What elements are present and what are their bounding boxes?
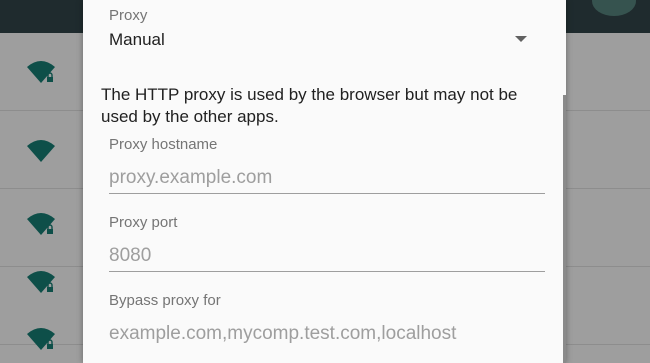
- bypass-proxy-label: Bypass proxy for: [109, 292, 221, 309]
- proxy-port-label: Proxy port: [109, 214, 178, 231]
- bypass-proxy-input[interactable]: [109, 319, 545, 349]
- proxy-info-text: The HTTP proxy is used by the browser bu…: [101, 85, 518, 126]
- proxy-port-input[interactable]: [109, 241, 545, 272]
- wifi-locked-icon: [27, 213, 55, 235]
- proxy-label: Proxy: [109, 7, 148, 24]
- dialog-scrollbar[interactable]: [563, 95, 566, 363]
- wifi-icon: [27, 140, 55, 162]
- proxy-hostname-label: Proxy hostname: [109, 136, 218, 153]
- status-indicator: [592, 0, 636, 16]
- arrow-drop-down-icon: [515, 36, 527, 42]
- proxy-selected-value: Manual: [109, 30, 165, 49]
- wifi-locked-icon: [27, 328, 55, 350]
- proxy-hostname-input[interactable]: [109, 163, 545, 194]
- proxy-spinner[interactable]: Manual: [103, 26, 543, 56]
- wifi-locked-icon: [27, 61, 55, 83]
- wifi-locked-icon: [27, 271, 55, 293]
- proxy-settings-dialog: Proxy Manual The HTTP proxy is used by t…: [83, 0, 566, 363]
